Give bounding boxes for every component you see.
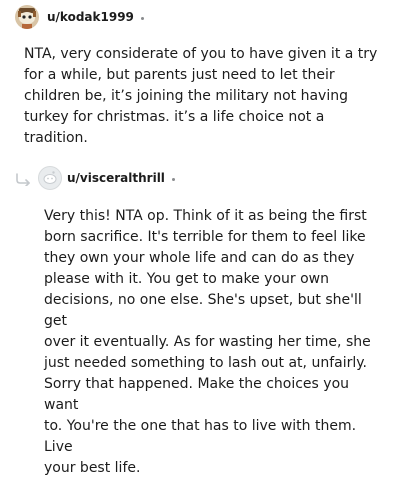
meta-separator-dot: [140, 16, 144, 20]
comment-header: u/visceralthrill: [14, 166, 175, 190]
snoo-avatar-icon[interactable]: [15, 5, 39, 29]
comment-header: u/kodak1999: [15, 5, 144, 29]
comment-body: NTA, very considerate of you to have giv…: [24, 46, 378, 146]
default-avatar-icon[interactable]: [38, 166, 62, 190]
comment-body: Very this! NTA op. Think of it as being …: [44, 208, 371, 476]
comment-username[interactable]: u/kodak1999: [47, 10, 134, 24]
reply-arrow-icon: [14, 171, 34, 187]
comment-username[interactable]: u/visceralthrill: [67, 171, 165, 185]
meta-separator-dot: [171, 177, 175, 181]
